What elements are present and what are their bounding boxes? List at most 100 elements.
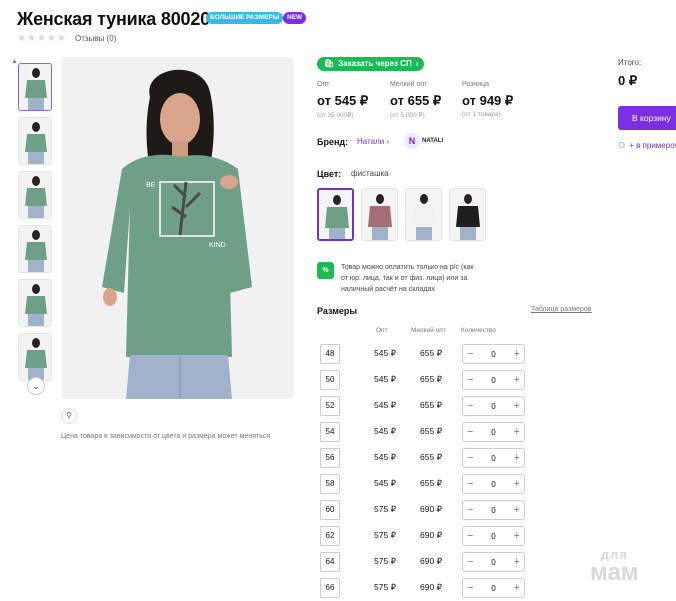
price-value: от 545 ₽ — [317, 93, 369, 108]
chevron-down-icon[interactable]: ⌄ — [27, 377, 45, 395]
quantity-value[interactable]: 0 — [491, 454, 495, 463]
header-qty: Количество — [461, 327, 496, 334]
gallery-thumbnail[interactable] — [18, 171, 52, 219]
minus-icon[interactable]: − — [467, 371, 473, 389]
size-small-opt-price: 690 ₽ — [420, 504, 442, 514]
add-to-cart-button[interactable]: В корзину — [618, 106, 676, 130]
thumbnail-illustration — [19, 118, 51, 164]
gallery-thumbnail[interactable] — [18, 333, 52, 381]
plus-icon[interactable]: + — [514, 449, 520, 467]
price-wholesale: Опт от 545 ₽ (от 35 000₽) — [317, 81, 368, 119]
gallery-thumbnail[interactable] — [18, 63, 52, 111]
color-swatch[interactable] — [361, 188, 398, 241]
size-row: 52 545 ₽ 655 ₽ − 0 + — [320, 396, 530, 416]
minus-icon[interactable]: − — [467, 579, 473, 597]
size-label: 62 — [320, 526, 340, 546]
quantity-stepper: − 0 + — [462, 526, 525, 546]
order-via-sp-label: Заказать через СП — [338, 59, 412, 68]
plus-icon[interactable]: + — [514, 475, 520, 493]
model-photo-illustration: BE KIND — [62, 57, 294, 399]
svg-text:BE: BE — [146, 182, 156, 189]
watermark-logo: для мам — [590, 548, 639, 585]
minus-icon[interactable]: − — [467, 475, 473, 493]
percent-icon: % — [317, 262, 334, 279]
minus-icon[interactable]: − — [467, 397, 473, 415]
price-label: Мелкий опт — [390, 81, 428, 88]
color-swatch[interactable] — [317, 188, 354, 241]
quantity-stepper: − 0 + — [462, 474, 525, 494]
quantity-value[interactable]: 0 — [491, 402, 495, 411]
quantity-value[interactable]: 0 — [491, 480, 495, 489]
quantity-value[interactable]: 0 — [491, 506, 495, 515]
size-small-opt-price: 655 ₽ — [420, 374, 442, 384]
size-small-opt-price: 655 ₽ — [420, 426, 442, 436]
quantity-value[interactable]: 0 — [491, 558, 495, 567]
gallery-thumbnail[interactable] — [18, 279, 52, 327]
plus-icon[interactable]: + — [514, 501, 520, 519]
plus-icon[interactable]: + — [514, 371, 520, 389]
swatch-illustration — [362, 189, 397, 240]
size-label: 66 — [320, 578, 340, 598]
badge-new: NEW — [283, 12, 307, 24]
size-label: 52 — [320, 396, 340, 416]
person-icon: ⚇ — [618, 141, 626, 150]
size-row: 66 575 ₽ 690 ₽ − 0 + — [320, 578, 530, 598]
color-value: фисташка — [351, 169, 389, 178]
order-via-sp-button[interactable]: 🛍 Заказать через СП › — [317, 57, 425, 71]
size-small-opt-price: 690 ₽ — [420, 582, 442, 592]
size-opt-price: 575 ₽ — [374, 556, 396, 566]
main-product-photo[interactable]: BE KIND — [62, 57, 294, 399]
plus-icon[interactable]: + — [514, 423, 520, 441]
quantity-stepper: − 0 + — [462, 578, 525, 598]
color-label: Цвет: — [317, 169, 342, 179]
quantity-value[interactable]: 0 — [491, 532, 495, 541]
size-row: 56 545 ₽ 655 ₽ − 0 + — [320, 448, 530, 468]
size-small-opt-price: 655 ₽ — [420, 400, 442, 410]
minus-icon[interactable]: − — [467, 553, 473, 571]
swatch-illustration — [406, 189, 441, 240]
minus-icon[interactable]: − — [467, 527, 473, 545]
quantity-value[interactable]: 0 — [491, 428, 495, 437]
size-label: 56 — [320, 448, 340, 468]
price-label: Опт — [317, 81, 330, 88]
color-swatch[interactable] — [449, 188, 486, 241]
brand-logo-mark: N — [404, 133, 420, 149]
color-swatch[interactable] — [405, 188, 442, 241]
plus-icon[interactable]: + — [514, 345, 520, 363]
price-sub: (от 5 000 ₽) — [390, 112, 425, 119]
reviews-link[interactable]: Отзывы (0) — [75, 34, 116, 43]
gallery-thumbnail[interactable] — [18, 225, 52, 273]
size-chart-link[interactable]: Таблица размеров — [531, 306, 592, 313]
svg-text:KIND: KIND — [209, 242, 226, 249]
star-icon: ★ — [17, 33, 26, 44]
minus-icon[interactable]: − — [467, 423, 473, 441]
quantity-value[interactable]: 0 — [491, 376, 495, 385]
rating-stars[interactable]: ★ ★ ★ ★ ★ — [17, 33, 66, 45]
minus-icon[interactable]: − — [467, 449, 473, 467]
total-label: Итого: — [618, 58, 642, 67]
price-note: Цена товара в зависимости от цвета и раз… — [61, 433, 271, 440]
quantity-value[interactable]: 0 — [491, 584, 495, 593]
brand-link[interactable]: Натали › — [357, 137, 389, 146]
plus-icon[interactable]: + — [514, 397, 520, 415]
watermark-line2: мам — [590, 559, 639, 586]
quantity-value[interactable]: 0 — [491, 350, 495, 359]
header-small-opt: Мелкий опт — [411, 327, 446, 334]
size-opt-price: 545 ₽ — [374, 452, 396, 462]
size-label: 50 — [320, 370, 340, 390]
brand-logo[interactable]: N NATALI — [404, 133, 443, 149]
product-title: Женская туника 80020 — [17, 9, 210, 29]
minus-icon[interactable]: − — [467, 501, 473, 519]
minus-icon[interactable]: − — [467, 345, 473, 363]
add-to-fitting-link[interactable]: ⚇ + в примерочную — [618, 141, 676, 150]
plus-icon[interactable]: + — [514, 527, 520, 545]
plus-icon[interactable]: + — [514, 579, 520, 597]
plus-icon[interactable]: + — [514, 553, 520, 571]
gallery-thumbnail[interactable] — [18, 117, 52, 165]
zoom-icon[interactable]: ⚲ — [61, 408, 77, 424]
size-row: 60 575 ₽ 690 ₽ − 0 + — [320, 500, 530, 520]
add-to-fitting-label: + в примерочную — [629, 141, 676, 150]
quantity-stepper: − 0 + — [462, 396, 525, 416]
quantity-stepper: − 0 + — [462, 422, 525, 442]
chevron-up-icon[interactable]: ▲ — [11, 58, 18, 65]
